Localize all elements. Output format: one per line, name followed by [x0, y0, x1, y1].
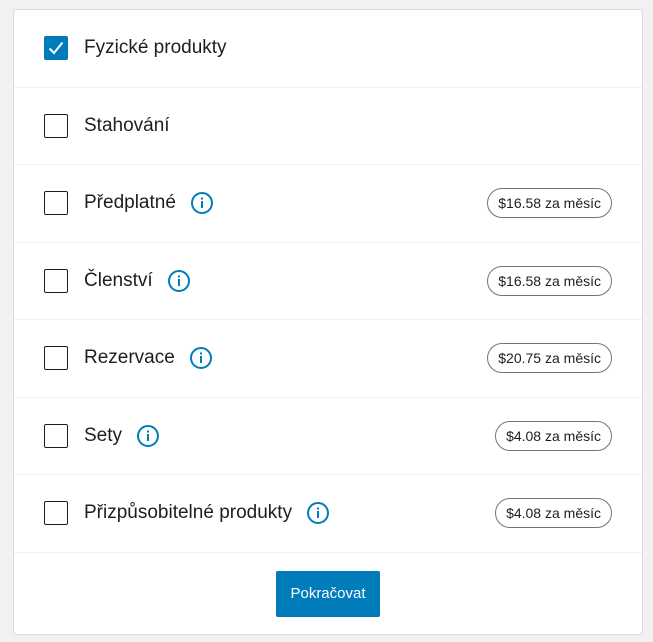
info-icon[interactable] — [167, 269, 191, 293]
price-badge: $20.75 za měsíc — [487, 343, 612, 374]
option-label: Členství — [84, 269, 153, 291]
checkbox[interactable] — [44, 113, 68, 138]
info-icon[interactable] — [190, 191, 214, 215]
option-row-downloads[interactable]: Stahování — [14, 88, 642, 165]
option-label: Přizpůsobitelné produkty — [84, 502, 293, 524]
checkbox[interactable] — [44, 423, 68, 448]
checkbox[interactable] — [44, 346, 68, 371]
info-icon[interactable] — [189, 346, 213, 370]
checkmark-icon — [48, 42, 64, 55]
option-label: Předplatné — [84, 192, 176, 214]
option-row-customizable-products[interactable]: Přizpůsobitelné produkty $4.08 za měsíc — [14, 475, 642, 553]
option-row-bundles[interactable]: Sety $4.08 za měsíc — [14, 398, 642, 475]
option-row-subscriptions[interactable]: Předplatné $16.58 za měsíc — [14, 165, 642, 243]
info-icon[interactable] — [136, 424, 160, 448]
checkbox[interactable] — [44, 191, 68, 216]
card-footer: Pokračovat — [14, 553, 642, 617]
checkbox[interactable] — [44, 268, 68, 293]
checkbox-checked[interactable] — [44, 36, 68, 61]
continue-button[interactable]: Pokračovat — [276, 570, 380, 617]
price-badge: $4.08 za měsíc — [495, 498, 612, 529]
checkbox[interactable] — [44, 501, 68, 526]
price-badge: $16.58 za měsíc — [487, 188, 612, 219]
info-icon[interactable] — [306, 501, 330, 525]
option-row-memberships[interactable]: Členství $16.58 za měsíc — [14, 243, 642, 320]
option-label: Rezervace — [84, 347, 175, 369]
price-badge: $4.08 za měsíc — [495, 420, 612, 451]
option-label: Stahování — [84, 114, 170, 136]
option-row-physical-products[interactable]: Fyzické produkty — [14, 10, 642, 88]
option-label: Fyzické produkty — [84, 37, 227, 59]
option-row-bookings[interactable]: Rezervace $20.75 za měsíc — [14, 320, 642, 398]
option-label: Sety — [84, 424, 123, 446]
price-badge: $16.58 za měsíc — [487, 265, 612, 296]
product-types-card: Fyzické produkty Stahování Předplatné $1… — [13, 9, 643, 635]
